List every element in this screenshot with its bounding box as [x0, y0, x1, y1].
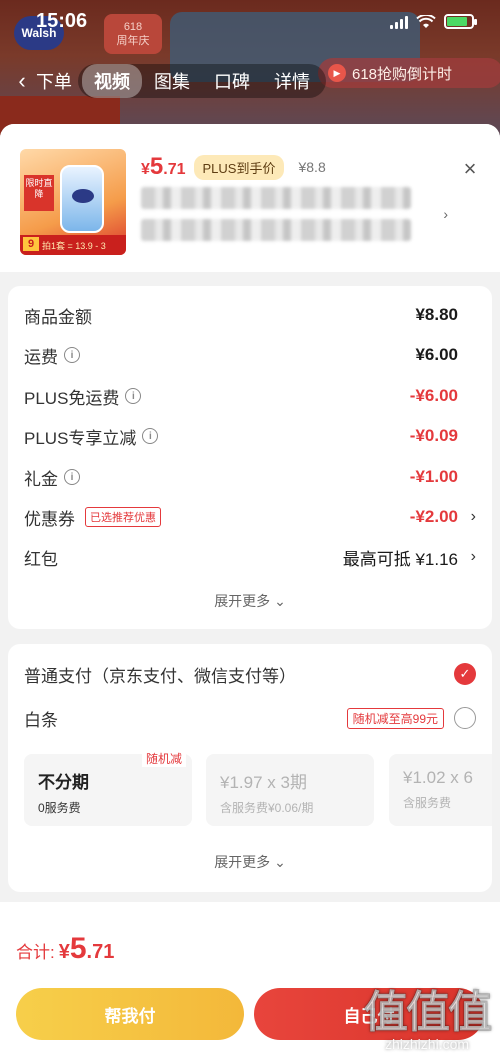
expand-more-label: 展开更多	[214, 593, 271, 609]
blurred-product-spec	[141, 219, 411, 241]
help-pay-button[interactable]: 帮我付	[16, 988, 244, 1040]
top-navigation: ‹ 下单 视频 图集 口碑 详情	[8, 64, 326, 98]
watermark-logo: 值值值	[364, 988, 493, 1038]
fee-label: PLUS免运费	[24, 388, 120, 408]
price-dec: .71	[163, 161, 186, 178]
fee-value: -¥2.00	[409, 507, 458, 526]
thumb-nine: 9	[23, 237, 39, 251]
total-currency: ¥	[58, 941, 70, 963]
play-icon: ▶	[328, 64, 346, 82]
expand-more-payment[interactable]: 展开更多 ⌄	[8, 852, 492, 872]
expand-more-fees[interactable]: 展开更多 ⌄	[8, 591, 492, 611]
plan-sub: 0服务费	[38, 801, 81, 815]
info-icon[interactable]: i	[64, 469, 80, 485]
info-icon[interactable]: i	[142, 428, 159, 444]
chevron-down-icon: ⌄	[274, 854, 286, 870]
installment-plan-6[interactable]: ¥1.02 x 6 含服务费	[389, 754, 492, 826]
status-bar: 15:06	[0, 0, 500, 46]
promo-countdown[interactable]: ▶ 618抢购倒计时	[318, 58, 500, 88]
price-row: ¥ 5 .71 PLUS到手价 ¥8.8	[141, 153, 326, 181]
battery-icon	[444, 14, 477, 29]
fee-label: 运费	[24, 347, 58, 367]
signal-icon	[390, 15, 408, 29]
status-time: 15:06	[36, 10, 88, 32]
fee-row-shipping: 运费 i ¥6.00	[24, 342, 476, 368]
fee-value: -¥6.00	[409, 386, 458, 405]
info-icon[interactable]: i	[64, 347, 80, 363]
promo-countdown-label: 618抢购倒计时	[352, 65, 453, 83]
fee-row-goods: 商品金额 ¥8.80	[24, 302, 476, 328]
fee-row-plus-discount: PLUS专享立减 i -¥0.09	[24, 423, 476, 449]
product-thumbnail: 限时直降 拍1套 = 13.9 - 3 9	[20, 149, 126, 255]
chevron-right-icon[interactable]: ›	[458, 548, 476, 566]
fee-value: ¥8.80	[415, 305, 458, 324]
back-arrow-icon[interactable]: ‹	[8, 67, 36, 95]
installment-plan-3[interactable]: ¥1.97 x 3期 含服务费¥0.06/期	[206, 754, 374, 826]
installment-plan-none[interactable]: 随机减 不分期 0服务费	[24, 750, 192, 826]
plan-sub: 含服务费¥0.06/期	[220, 801, 314, 815]
fee-label: 礼金	[24, 469, 58, 489]
payment-methods: 普通支付（京东支付、微信支付等） ✓ 白条 随机减至高99元 随机减 不分期 0…	[8, 644, 492, 892]
fee-row-plus-free-shipping: PLUS免运费 i -¥6.00	[24, 383, 476, 409]
fee-value: -¥1.00	[409, 467, 458, 486]
chevron-right-icon[interactable]: ›	[458, 508, 476, 526]
fee-label: 红包	[24, 549, 58, 569]
total-label: 合计:	[16, 943, 55, 962]
chevron-down-icon: ⌄	[274, 593, 286, 609]
fee-breakdown: 商品金额 ¥8.80 运费 i ¥6.00 PLUS免运费 i -¥6.00 PLU…	[8, 286, 492, 629]
fee-row-gift-money: 礼金 i -¥1.00	[24, 464, 476, 490]
chevron-right-icon[interactable]: ›	[443, 206, 448, 222]
fee-value: 最高可抵 ¥1.16	[342, 549, 458, 569]
plan-title: ¥1.97 x 3期	[220, 773, 307, 792]
tab-reviews[interactable]: 口碑	[202, 64, 262, 98]
tab-video[interactable]: 视频	[82, 64, 142, 98]
check-unselected-icon[interactable]	[454, 707, 476, 729]
total-dec: .71	[86, 941, 115, 963]
product-bottle-image	[60, 165, 104, 233]
payment-baitiao-label: 白条	[24, 710, 58, 730]
fee-label: 优惠券	[24, 509, 75, 529]
info-icon[interactable]: i	[125, 388, 142, 404]
fee-label: PLUS专享立减	[24, 428, 137, 448]
wifi-icon	[416, 14, 436, 28]
tab-details[interactable]: 详情	[262, 64, 322, 98]
plan-sub: 含服务费	[403, 796, 452, 810]
order-total: 合计: ¥ 5 .71	[16, 932, 114, 966]
thumb-tag: 限时直降	[24, 175, 54, 211]
fee-label: 商品金额	[24, 307, 92, 327]
product-summary: 限时直降 拍1套 = 13.9 - 3 9 ¥ 5 .71 PLUS到手价 ¥8…	[0, 124, 500, 272]
watermark: 值值值 zhizhizhi.com	[364, 976, 493, 1053]
fee-row-red-packet[interactable]: 红包 最高可抵 ¥1.16 ›	[24, 544, 476, 570]
fee-value: ¥6.00	[415, 345, 458, 364]
fee-value: -¥0.09	[409, 426, 458, 445]
original-price: ¥8.8	[298, 159, 326, 175]
coupon-selected-tag: 已选推荐优惠	[85, 507, 161, 527]
media-tabs: 视频 图集 口碑 详情	[78, 64, 326, 98]
plus-price-tag: PLUS到手价	[193, 154, 285, 180]
total-int: 5	[69, 932, 87, 965]
expand-more-label: 展开更多	[214, 854, 271, 870]
payment-option-normal[interactable]: 普通支付（京东支付、微信支付等） ✓	[24, 660, 476, 688]
plan-title: ¥1.02 x 6	[403, 768, 473, 787]
fee-row-coupon[interactable]: 优惠券 已选推荐优惠 -¥2.00 ›	[24, 504, 476, 530]
thumb-bottom-text: 拍1套 = 13.9 - 3	[42, 240, 106, 251]
payment-normal-label: 普通支付（京东支付、微信支付等）	[24, 666, 296, 686]
plan-title: 不分期	[38, 773, 89, 792]
check-selected-icon[interactable]: ✓	[454, 663, 476, 685]
baitiao-promo-tag: 随机减至高99元	[346, 707, 444, 729]
price-currency: ¥	[141, 161, 150, 178]
payment-option-baitiao[interactable]: 白条 随机减至高99元	[24, 704, 476, 732]
price-int: 5	[149, 153, 164, 180]
blurred-product-title	[141, 187, 411, 209]
random-discount-badge: 随机减	[141, 750, 186, 767]
checkout-footer: 合计: ¥ 5 .71 帮我付 自己付 值值值 zhizhizhi.com	[0, 902, 500, 1056]
back-label[interactable]: 下单	[36, 68, 72, 94]
close-icon[interactable]: ×	[458, 158, 482, 182]
plus-price: ¥ 5 .71	[141, 153, 186, 181]
tab-gallery[interactable]: 图集	[142, 64, 202, 98]
